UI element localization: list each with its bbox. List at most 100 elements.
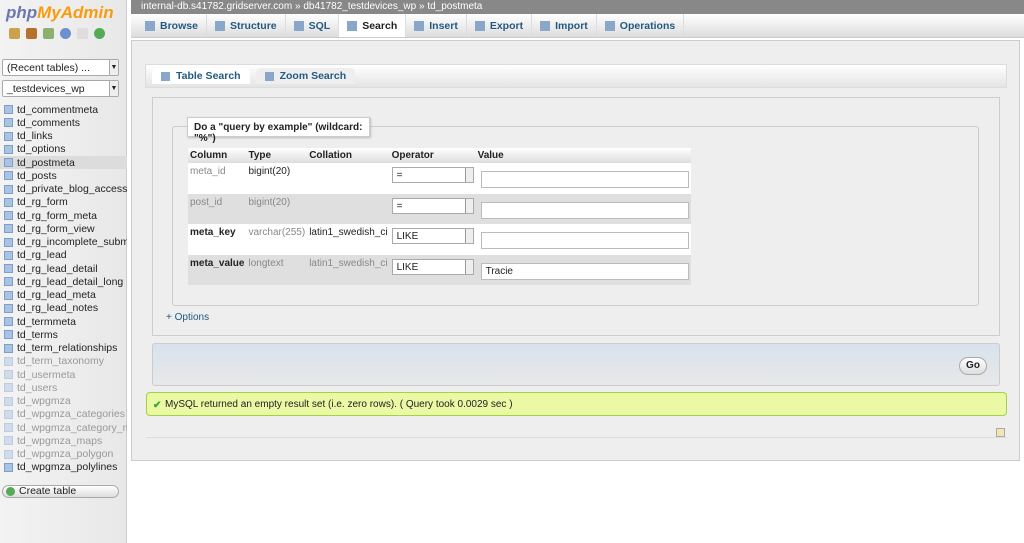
sidebar-table-item[interactable]: td_wpgmza_polylines xyxy=(0,461,127,474)
operations-icon xyxy=(604,20,615,31)
operator-select[interactable]: = xyxy=(391,197,474,214)
tab-label: Import xyxy=(555,19,588,32)
home-icon[interactable] xyxy=(9,28,20,39)
breadcrumb-table[interactable]: td_postmeta xyxy=(427,1,482,12)
subtab-table-search[interactable]: Table Search xyxy=(152,68,250,84)
operator-cell: LIKE xyxy=(389,224,476,255)
value-cell xyxy=(475,224,691,255)
operator-select[interactable]: = xyxy=(391,167,474,183)
value-cell xyxy=(475,193,691,224)
sidebar-table-item[interactable]: td_options xyxy=(0,143,127,156)
query-window-icon[interactable] xyxy=(43,28,54,39)
table-icon xyxy=(4,290,13,300)
sidebar-table-item[interactable]: td_wpgmza_categories xyxy=(0,408,127,421)
help-icon[interactable] xyxy=(60,28,71,39)
table-name: td_options xyxy=(17,143,66,156)
column-name: post_id xyxy=(188,193,247,224)
sidebar-table-item[interactable]: td_postmeta xyxy=(0,156,127,170)
table-name: td_term_taxonomy xyxy=(17,355,104,368)
tab-label: Insert xyxy=(429,19,458,32)
sidebar-table-item[interactable]: td_rg_lead_meta xyxy=(0,289,127,302)
go-button[interactable]: Go xyxy=(959,357,987,375)
sidebar-table-item[interactable]: td_term_taxonomy xyxy=(0,355,127,368)
search-icon xyxy=(347,20,358,31)
phpmyadmin-logo[interactable]: phpMyAdmin xyxy=(6,3,114,23)
sidebar-table-item[interactable]: td_wpgmza_maps xyxy=(0,434,127,447)
docs-icon[interactable] xyxy=(77,28,88,39)
tab-browse[interactable]: Browse xyxy=(137,14,207,37)
sidebar-table-item[interactable]: td_rg_lead xyxy=(0,249,127,262)
sidebar-table-item[interactable]: td_rg_lead_detail xyxy=(0,262,127,275)
value-input[interactable] xyxy=(480,201,689,219)
table-name: td_wpgmza_polylines xyxy=(17,461,118,474)
tab-search[interactable]: Search xyxy=(339,14,407,37)
operator-value: = xyxy=(396,170,403,181)
value-input[interactable] xyxy=(480,171,689,188)
tab-label: SQL xyxy=(308,19,331,32)
sidebar-table-item[interactable]: td_rg_lead_notes xyxy=(0,302,127,315)
table-icon xyxy=(4,356,13,366)
recent-tables-select[interactable]: (Recent tables) ... ▼ xyxy=(2,59,119,76)
table-name: td_term_relationships xyxy=(17,342,118,355)
value-input[interactable]: Tracie xyxy=(480,262,689,280)
horizontal-scrollbar[interactable] xyxy=(146,428,1007,438)
sidebar-table-item[interactable]: td_users xyxy=(0,381,127,394)
sidebar-table-item[interactable]: td_posts xyxy=(0,169,127,182)
tab-sql[interactable]: SQL xyxy=(286,14,340,37)
sidebar-table-item[interactable]: td_termmeta xyxy=(0,315,127,328)
tab-structure[interactable]: Structure xyxy=(207,14,286,37)
sidebar-table-item[interactable]: td_wpgmza_category_maps xyxy=(0,421,127,434)
structure-icon xyxy=(214,20,225,31)
table-name: td_postmeta xyxy=(17,156,75,169)
operator-select[interactable]: LIKE xyxy=(391,228,474,244)
dropdown-arrow-icon: ▼ xyxy=(109,81,118,96)
tab-insert[interactable]: Insert xyxy=(406,14,467,37)
sidebar-table-item[interactable]: td_terms xyxy=(0,328,127,341)
table-name: td_terms xyxy=(17,328,58,341)
sidebar-table-item[interactable]: td_wpgmza_polygon xyxy=(0,448,127,461)
sidebar-table-item[interactable]: td_wpgmza xyxy=(0,395,127,408)
breadcrumb-database[interactable]: db41782_testdevices_wp xyxy=(303,1,416,12)
sidebar-table-item[interactable]: td_term_relationships xyxy=(0,342,127,355)
table-icon xyxy=(4,131,13,141)
tab-export[interactable]: Export xyxy=(467,14,533,37)
sidebar-table-item[interactable]: td_commentmeta xyxy=(0,103,127,116)
subtab-zoom-search[interactable]: Zoom Search xyxy=(255,68,356,84)
tab-label: Operations xyxy=(619,19,676,32)
options-link[interactable]: + Options xyxy=(166,312,209,323)
sidebar-table-item[interactable]: td_links xyxy=(0,130,127,143)
table-name: td_termmeta xyxy=(17,315,76,328)
reload-icon[interactable] xyxy=(94,28,105,39)
sidebar-table-item[interactable]: td_rg_form_view xyxy=(0,222,127,235)
tab-operations[interactable]: Operations xyxy=(597,14,685,37)
table-name: td_usermeta xyxy=(17,368,76,381)
table-icon xyxy=(4,317,13,327)
breadcrumb-server[interactable]: internal-db.s41782.gridserver.com xyxy=(141,1,292,12)
table-icon xyxy=(4,144,13,154)
sidebar-table-item[interactable]: td_usermeta xyxy=(0,368,127,381)
tab-label: Structure xyxy=(229,19,277,32)
value-input[interactable] xyxy=(480,232,689,249)
tab-import[interactable]: Import xyxy=(532,14,597,37)
operator-value: LIKE xyxy=(396,231,419,242)
database-select[interactable]: _testdevices_wp ▼ xyxy=(2,80,119,97)
sidebar-table-item[interactable]: td_rg_form xyxy=(0,196,127,209)
search-criteria-table: Column Type Collation Operator Value meta_id… xyxy=(188,148,691,285)
operator-select[interactable]: LIKE xyxy=(391,258,474,275)
tab-label: Search xyxy=(362,19,398,32)
sidebar-table-item[interactable]: td_comments xyxy=(0,116,127,129)
table-name: td_rg_form_view xyxy=(17,222,95,235)
table-list: td_commentmeta td_comments td_links td_opti… xyxy=(0,103,127,474)
logout-icon[interactable] xyxy=(26,28,37,39)
table-icon xyxy=(4,184,13,194)
create-table-button[interactable]: Create table xyxy=(2,485,119,498)
table-name: td_wpgmza_category_maps xyxy=(17,421,127,434)
table-icon xyxy=(4,343,13,353)
sidebar-table-item[interactable]: td_private_blog_access_logs xyxy=(0,183,127,196)
scroll-handle[interactable] xyxy=(996,428,1005,437)
column-header: Collation xyxy=(307,148,390,163)
sidebar-table-item[interactable]: td_rg_incomplete_submissions xyxy=(0,236,127,249)
table-icon xyxy=(4,224,13,234)
sidebar-table-item[interactable]: td_rg_form_meta xyxy=(0,209,127,222)
sidebar-table-item[interactable]: td_rg_lead_detail_long xyxy=(0,275,127,288)
